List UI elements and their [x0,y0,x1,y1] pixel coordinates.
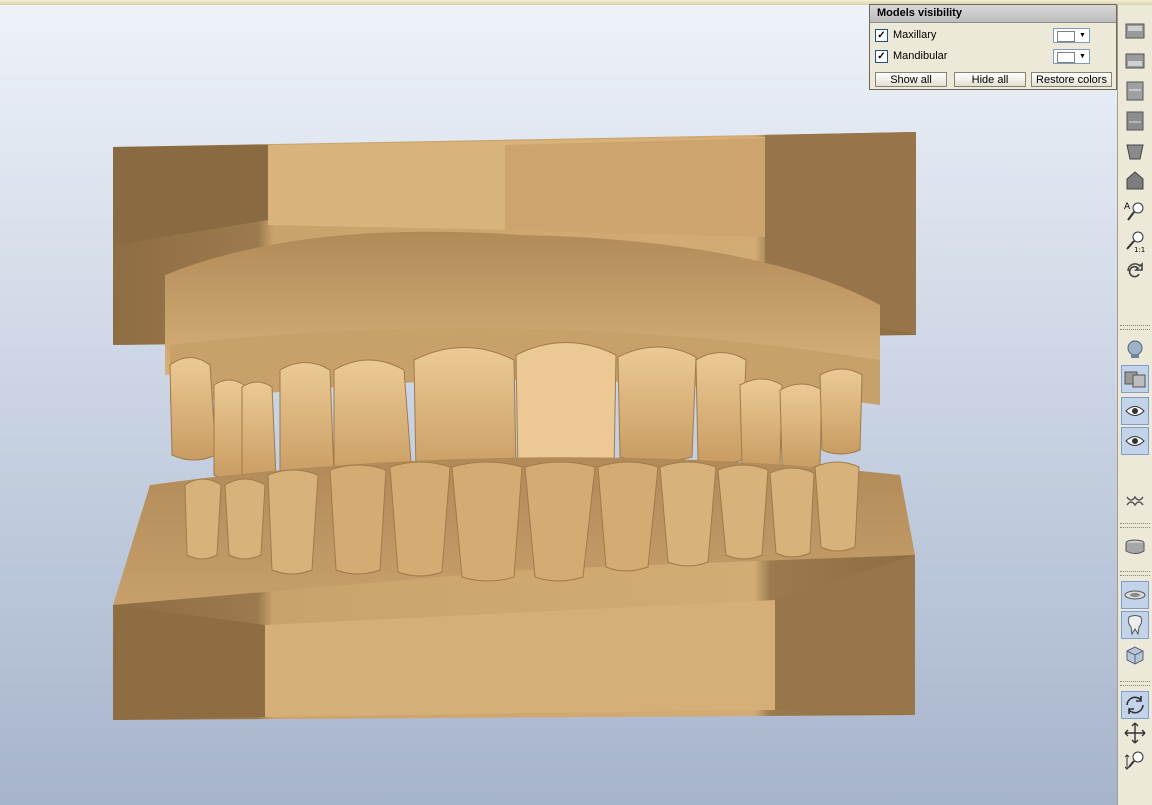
maxillary-label: Maxillary [893,29,937,41]
plane-icon[interactable] [1121,581,1149,609]
restore-colors-button[interactable]: Restore colors [1031,72,1112,87]
tooth-icon[interactable] [1121,611,1149,639]
toolbar-separator [1120,523,1150,528]
svg-text:A: A [1124,202,1131,212]
3d-viewport[interactable] [0,5,1117,805]
occlusion-icon[interactable] [1121,487,1149,515]
show-maxillary-icon[interactable] [1121,397,1149,425]
models-visibility-panel: Models visibility ✓ Maxillary ▼ ✓ Mandib… [869,4,1117,90]
hide-all-button[interactable]: Hide all [954,72,1026,87]
back-view-icon[interactable] [1121,107,1149,135]
lower-view-icon[interactable] [1121,47,1149,75]
svg-text:1:1: 1:1 [1134,246,1145,253]
cube-icon[interactable] [1121,641,1149,669]
toolbar-separator [1120,571,1150,576]
panel-title: Models visibility [870,5,1116,23]
solid-view-icon[interactable] [1121,167,1149,195]
chevron-down-icon[interactable]: ▼ [1077,51,1088,62]
chevron-down-icon[interactable]: ▼ [1077,30,1088,41]
toolbar-separator [1120,325,1150,330]
maxillary-color-swatch [1057,31,1075,42]
zoom-one-to-one-icon[interactable]: 1:1 [1121,227,1149,255]
mandibular-row: ✓ Mandibular ▼ [875,48,1113,66]
pan-icon[interactable] [1121,719,1149,747]
mandibular-color-swatch [1057,52,1075,63]
mandibular-label: Mandibular [893,50,948,62]
zoom-auto-icon[interactable]: A [1121,197,1149,225]
mandibular-checkbox[interactable]: ✓ [875,50,888,63]
head-orientation-icon[interactable] [1121,335,1149,363]
maxillary-row: ✓ Maxillary ▼ [875,27,1113,45]
occlusal-view-icon[interactable] [1121,137,1149,165]
front-view-icon[interactable] [1121,77,1149,105]
show-all-button[interactable]: Show all [875,72,947,87]
upper-view-icon[interactable] [1121,17,1149,45]
mandibular-color-picker[interactable]: ▼ [1053,49,1090,64]
maxillary-color-picker[interactable]: ▼ [1053,28,1090,43]
maxillary-checkbox[interactable]: ✓ [875,29,888,42]
base-icon[interactable] [1121,533,1149,561]
dental-model-3d[interactable] [0,5,1117,805]
reset-rotation-icon[interactable] [1121,257,1149,285]
toolbar-separator [1120,681,1150,686]
view-toolbar: A 1:1 [1117,5,1152,805]
zoom-icon[interactable] [1121,747,1149,775]
models-toggle-icon[interactable] [1121,365,1149,393]
rotate-icon[interactable] [1121,691,1149,719]
show-mandibular-icon[interactable] [1121,427,1149,455]
